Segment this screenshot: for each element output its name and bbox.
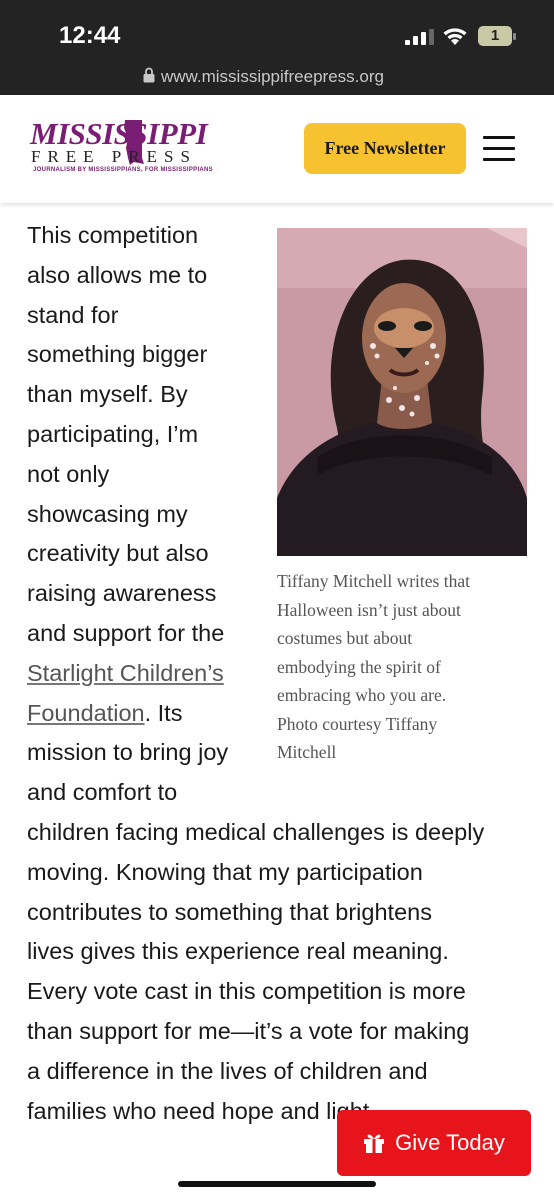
article-line: and comfort to [27, 779, 178, 806]
article-line: than myself. By [27, 381, 188, 408]
home-indicator[interactable] [178, 1181, 376, 1187]
article-line: raising awareness [27, 580, 217, 607]
give-today-button[interactable]: Give Today [337, 1110, 531, 1176]
logo-wordmark: MISSISSIPPI [30, 116, 208, 151]
logo-tagline: JOURNALISM BY MISSISSIPPIANS, FOR MISSIS… [33, 167, 213, 173]
article-line: showcasing my [27, 500, 188, 527]
article-line: children facing medical challenges is de… [27, 818, 485, 845]
starlight-foundation-link[interactable]: Foundation [27, 700, 145, 726]
article-link-line: Starlight Children’s [27, 654, 527, 694]
article-line: than support for me—it’s a vote for maki… [27, 1017, 470, 1044]
article-line: contributes to something that brightens [27, 898, 432, 925]
status-bar: 12:44 1 [0, 0, 554, 60]
status-time: 12:44 [59, 22, 121, 49]
article-line: mission to bring joy [27, 739, 229, 766]
article-line: a difference in the lives of children an… [27, 1057, 428, 1084]
article-line: also allows me to [27, 261, 208, 288]
hamburger-icon[interactable] [483, 136, 515, 162]
cellular-signal-icon [405, 29, 434, 45]
logo-subtitle: FREE PRESS [31, 147, 197, 166]
gift-icon [364, 1134, 385, 1153]
site-logo[interactable]: MISSISSIPPI FREE PRESS JOURNALISM BY MIS… [30, 118, 230, 178]
article-line: creativity but also [27, 540, 209, 567]
starlight-foundation-link[interactable]: Starlight Children’s [27, 660, 224, 686]
article-line: moving. Knowing that my participation [27, 858, 423, 885]
battery-level: 1 [490, 27, 500, 44]
battery-icon: 1 [478, 26, 516, 46]
wifi-icon [443, 28, 467, 45]
article-line: something bigger [27, 341, 208, 368]
give-today-label: Give Today [395, 1130, 505, 1155]
article-line: This competition [27, 222, 199, 248]
url-text[interactable]: www.mississippifreepress.org [161, 67, 384, 87]
free-newsletter-button[interactable]: Free Newsletter [304, 123, 466, 174]
article-line: lives gives this experience real meaning… [27, 938, 449, 965]
article-body: This competition also allows me to stand… [27, 216, 527, 1131]
article-link-line: Foundation. Its [27, 694, 527, 734]
article-line: participating, I’m [27, 420, 199, 447]
article-line: not only [27, 460, 110, 487]
article-line: stand for [27, 301, 119, 328]
article-text-fragment: . Its [144, 699, 183, 726]
article-line: Every vote cast in this competition is m… [27, 978, 466, 1005]
article-line: and support for the [27, 619, 225, 646]
lock-icon [143, 67, 155, 83]
